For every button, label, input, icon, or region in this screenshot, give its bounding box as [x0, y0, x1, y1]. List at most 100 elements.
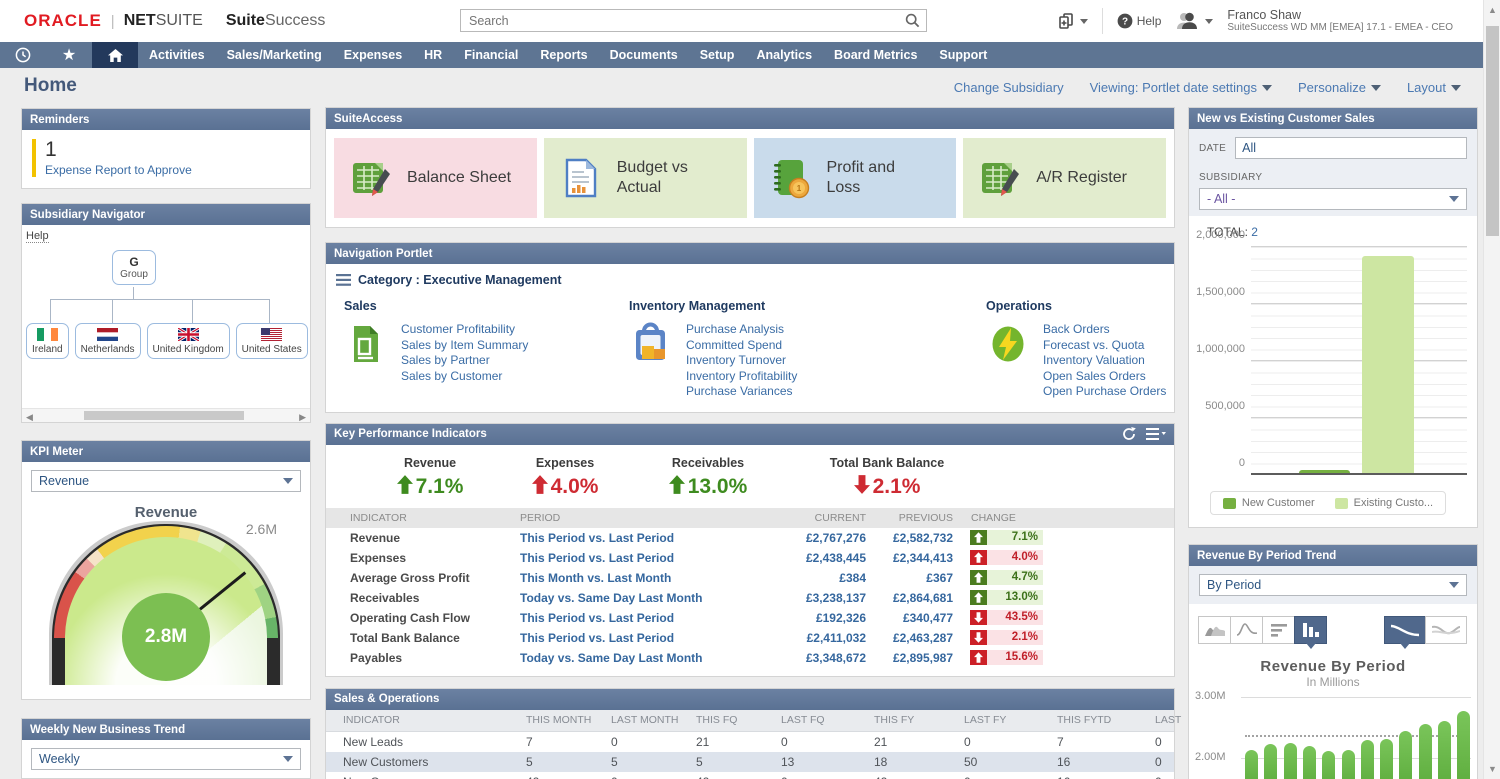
tile-ar-register[interactable]: A/R Register	[963, 138, 1166, 218]
nav-item[interactable]: Board Metrics	[823, 42, 928, 68]
scrollbar-thumb[interactable]	[1486, 26, 1499, 236]
org-node-us[interactable]: United States	[236, 323, 308, 359]
customer-sales-header[interactable]: New vs Existing Customer Sales	[1189, 108, 1477, 129]
suiteaccess-header[interactable]: SuiteAccess	[326, 108, 1174, 129]
sales-ops-header[interactable]: Sales & Operations	[326, 689, 1174, 710]
weekly-trend-select[interactable]: Weekly	[31, 748, 301, 770]
report-link[interactable]: Sales by Customer	[401, 369, 528, 385]
nav-item[interactable]: Expenses	[333, 42, 413, 68]
help-link[interactable]: Help	[26, 230, 49, 243]
kpi-table-row[interactable]: RevenueThis Period vs. Last Period£2,767…	[326, 528, 1174, 548]
org-node-uk[interactable]: United Kingdom	[147, 323, 230, 359]
report-link[interactable]: Back Orders	[1043, 322, 1166, 338]
report-link[interactable]: Purchase Analysis	[686, 322, 797, 338]
layout-link[interactable]: Layout	[1407, 80, 1461, 95]
chart-type-area-button[interactable]	[1198, 616, 1231, 644]
nav-item[interactable]: Analytics	[745, 42, 823, 68]
chart-type-line-button[interactable]	[1230, 616, 1263, 644]
scroll-right-arrow[interactable]: ▶	[299, 412, 306, 423]
chart-type-hbar-button[interactable]	[1262, 616, 1295, 644]
category-row[interactable]: Category : Executive Management	[326, 264, 1174, 289]
subsidiary-select[interactable]: - All -	[1199, 188, 1467, 210]
report-link[interactable]: Purchase Variances	[686, 384, 797, 400]
reminders-header[interactable]: Reminders	[22, 109, 310, 130]
kpi-header[interactable]: Key Performance Indicators	[326, 424, 1174, 445]
revenue-bar[interactable]	[1322, 751, 1335, 779]
scroll-up-arrow[interactable]: ▲	[1484, 5, 1500, 15]
kpi-table-row[interactable]: PayablesToday vs. Same Day Last Month£3,…	[326, 648, 1174, 668]
report-link[interactable]: Open Sales Orders	[1043, 369, 1166, 385]
revenue-bar[interactable]	[1342, 750, 1355, 779]
report-link[interactable]: Sales by Partner	[401, 353, 528, 369]
report-link[interactable]: Committed Spend	[686, 338, 797, 354]
report-link[interactable]: Inventory Turnover	[686, 353, 797, 369]
subsidiary-navigator-header[interactable]: Subsidiary Navigator	[22, 204, 310, 225]
report-link[interactable]: Inventory Valuation	[1043, 353, 1166, 369]
kpi-table-row[interactable]: ExpensesThis Period vs. Last Period£2,43…	[326, 548, 1174, 568]
shortcuts-button[interactable]: ★	[46, 42, 92, 68]
sales-ops-row[interactable]: New Leads7021021070	[326, 732, 1174, 752]
search-icon[interactable]	[905, 13, 926, 28]
revenue-bar[interactable]	[1438, 721, 1451, 779]
report-link[interactable]: Open Purchase Orders	[1043, 384, 1166, 400]
navigation-portlet-header[interactable]: Navigation Portlet	[326, 243, 1174, 264]
nav-item[interactable]: Documents	[599, 42, 689, 68]
vertical-scrollbar[interactable]: ▲ ▼	[1483, 0, 1500, 779]
revenue-bar[interactable]	[1399, 731, 1412, 779]
home-tab[interactable]	[92, 42, 138, 68]
report-link[interactable]: Inventory Profitability	[686, 369, 797, 385]
nav-item[interactable]: Support	[928, 42, 998, 68]
nav-item[interactable]: Financial	[453, 42, 529, 68]
tile-balance-sheet[interactable]: Balance Sheet	[334, 138, 537, 218]
scroll-left-arrow[interactable]: ◀	[26, 412, 33, 423]
kpi-meter-select[interactable]: Revenue	[31, 470, 301, 492]
revenue-bar[interactable]	[1264, 744, 1277, 779]
nav-item[interactable]: HR	[413, 42, 453, 68]
scrollbar-thumb[interactable]	[84, 411, 244, 420]
revenue-bar[interactable]	[1303, 746, 1316, 779]
kpi-table-row[interactable]: ReceivablesToday vs. Same Day Last Month…	[326, 588, 1174, 608]
period-select[interactable]: By Period	[1199, 574, 1467, 596]
viewing-settings-link[interactable]: Viewing: Portlet date settings	[1090, 80, 1272, 95]
date-input[interactable]	[1235, 137, 1467, 159]
revenue-bar[interactable]	[1361, 740, 1374, 779]
kpi-table-row[interactable]: Average Gross ProfitThis Month vs. Last …	[326, 568, 1174, 588]
chart-type-column-button-selected[interactable]	[1294, 616, 1327, 644]
bar-existing-customer[interactable]	[1362, 256, 1414, 473]
refresh-icon[interactable]	[1122, 427, 1136, 441]
personalize-link[interactable]: Personalize	[1298, 80, 1381, 95]
sales-ops-row[interactable]: New Customers555131850160	[326, 752, 1174, 772]
help-button[interactable]: ? Help	[1117, 13, 1162, 29]
search-input[interactable]	[461, 14, 905, 28]
revenue-bar[interactable]	[1380, 739, 1393, 779]
org-node-group[interactable]: G Group	[112, 250, 156, 285]
context-chart-button[interactable]	[1425, 616, 1467, 644]
scroll-down-arrow[interactable]: ▼	[1484, 764, 1500, 774]
recent-records-button[interactable]	[0, 42, 46, 68]
nav-item[interactable]: Reports	[529, 42, 598, 68]
nav-item[interactable]: Sales/Marketing	[216, 42, 333, 68]
user-menu[interactable]	[1175, 12, 1213, 30]
report-link[interactable]: Forecast vs. Quota	[1043, 338, 1166, 354]
report-link[interactable]: Customer Profitability	[401, 322, 528, 338]
tile-profit-and-loss[interactable]: 1 Profit and Loss	[754, 138, 957, 218]
quick-add-menu[interactable]	[1058, 13, 1088, 29]
change-subsidiary-link[interactable]: Change Subsidiary	[954, 80, 1064, 95]
kpi-meter-header[interactable]: KPI Meter	[22, 441, 310, 462]
revenue-bar[interactable]	[1284, 743, 1297, 779]
revenue-bar[interactable]	[1245, 750, 1258, 779]
report-link[interactable]: Sales by Item Summary	[401, 338, 528, 354]
kpi-table-row[interactable]: Total Bank BalanceThis Period vs. Last P…	[326, 628, 1174, 648]
portlet-menu-icon[interactable]	[1146, 428, 1166, 440]
kpi-table-row[interactable]: Operating Cash FlowThis Period vs. Last …	[326, 608, 1174, 628]
nav-item[interactable]: Setup	[689, 42, 746, 68]
tile-budget-vs-actual[interactable]: Budget vs Actual	[544, 138, 747, 218]
focus-chart-button-selected[interactable]	[1384, 616, 1426, 644]
weekly-trend-header[interactable]: Weekly New Business Trend	[22, 719, 310, 740]
sales-ops-row[interactable]: New Opps420420420160	[326, 772, 1174, 779]
nav-item[interactable]: Activities	[138, 42, 216, 68]
revenue-bar[interactable]	[1419, 724, 1432, 779]
revenue-bar[interactable]	[1457, 711, 1470, 779]
reminder-link[interactable]: Expense Report to Approve	[45, 163, 192, 177]
revenue-trend-header[interactable]: Revenue By Period Trend	[1189, 545, 1477, 566]
